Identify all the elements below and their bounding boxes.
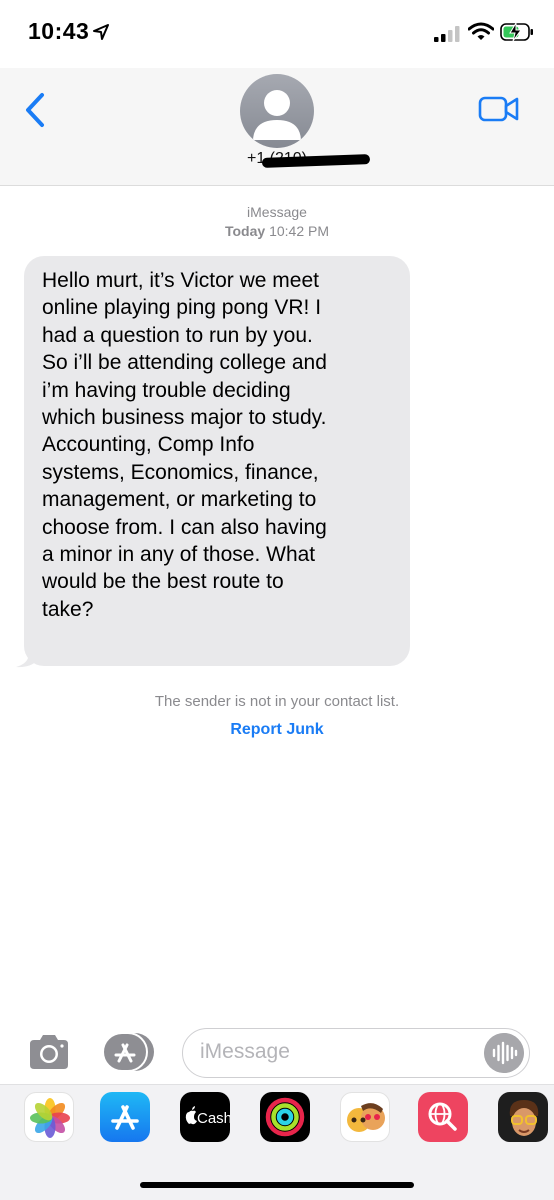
wifi-icon <box>468 22 494 40</box>
message-line: Hello murt, it’s Victor we meet <box>42 269 319 292</box>
apple-cash-icon[interactable]: Cash <box>180 1092 230 1142</box>
cash-label: Cash <box>197 1110 230 1127</box>
contact-avatar[interactable] <box>240 74 314 148</box>
memoji-stickers-icon[interactable] <box>340 1092 390 1142</box>
message-line: which business major to study. <box>42 406 327 430</box>
message-line: a minor in any of those. What <box>42 543 316 567</box>
report-junk-link[interactable]: Report Junk <box>0 721 554 739</box>
video-camera-icon[interactable] <box>478 94 520 124</box>
message-line: systems, Economics, finance, <box>42 460 319 484</box>
timestamp-time: 10:42 PM <box>269 223 330 239</box>
incoming-message-bubble[interactable]: Hello murt, it’s Victor we meet online pl… <box>24 256 410 666</box>
memoji-icon[interactable] <box>498 1092 548 1142</box>
back-chevron-icon[interactable] <box>20 90 50 130</box>
message-line: Accounting, Comp Info <box>42 433 255 457</box>
battery-charging-icon <box>500 22 533 42</box>
audio-message-icon[interactable] <box>484 1033 524 1073</box>
timestamp-day: Today <box>224 223 266 239</box>
conversation-header: +1 (210) <box>0 68 554 186</box>
service-label: iMessage <box>247 204 307 220</box>
message-line: take? <box>42 597 94 621</box>
app-store-icon[interactable] <box>100 1092 150 1142</box>
activity-icon[interactable] <box>260 1092 310 1142</box>
message-line: had a question to run by you. <box>42 323 313 347</box>
message-line: management, or marketing to <box>42 488 317 512</box>
status-time: 10:43 <box>28 18 90 44</box>
unknown-sender-notice: The sender is not in your contact list. <box>154 693 400 710</box>
message-line: choose from. I can also having <box>42 515 327 539</box>
message-timestamp: Today 10:42 PM <box>0 223 554 239</box>
message-line: So i’ll be attending college and <box>42 351 327 375</box>
message-line: online playing ping pong VR! I <box>42 296 322 320</box>
person-silhouette-icon <box>253 90 301 140</box>
home-indicator[interactable] <box>140 1182 414 1188</box>
app-store-button-icon[interactable] <box>102 1032 156 1072</box>
message-input-placeholder: iMessage <box>200 1040 290 1063</box>
web-images-icon[interactable] <box>418 1092 468 1142</box>
location-arrow-icon <box>93 24 109 40</box>
message-line: i’m having trouble deciding <box>42 378 291 402</box>
status-bar: 10:43 <box>0 0 554 68</box>
camera-icon[interactable] <box>26 1032 72 1072</box>
message-line: would be the best route to <box>42 570 284 594</box>
photos-icon[interactable] <box>24 1092 74 1142</box>
cellular-signal-icon <box>434 26 460 42</box>
